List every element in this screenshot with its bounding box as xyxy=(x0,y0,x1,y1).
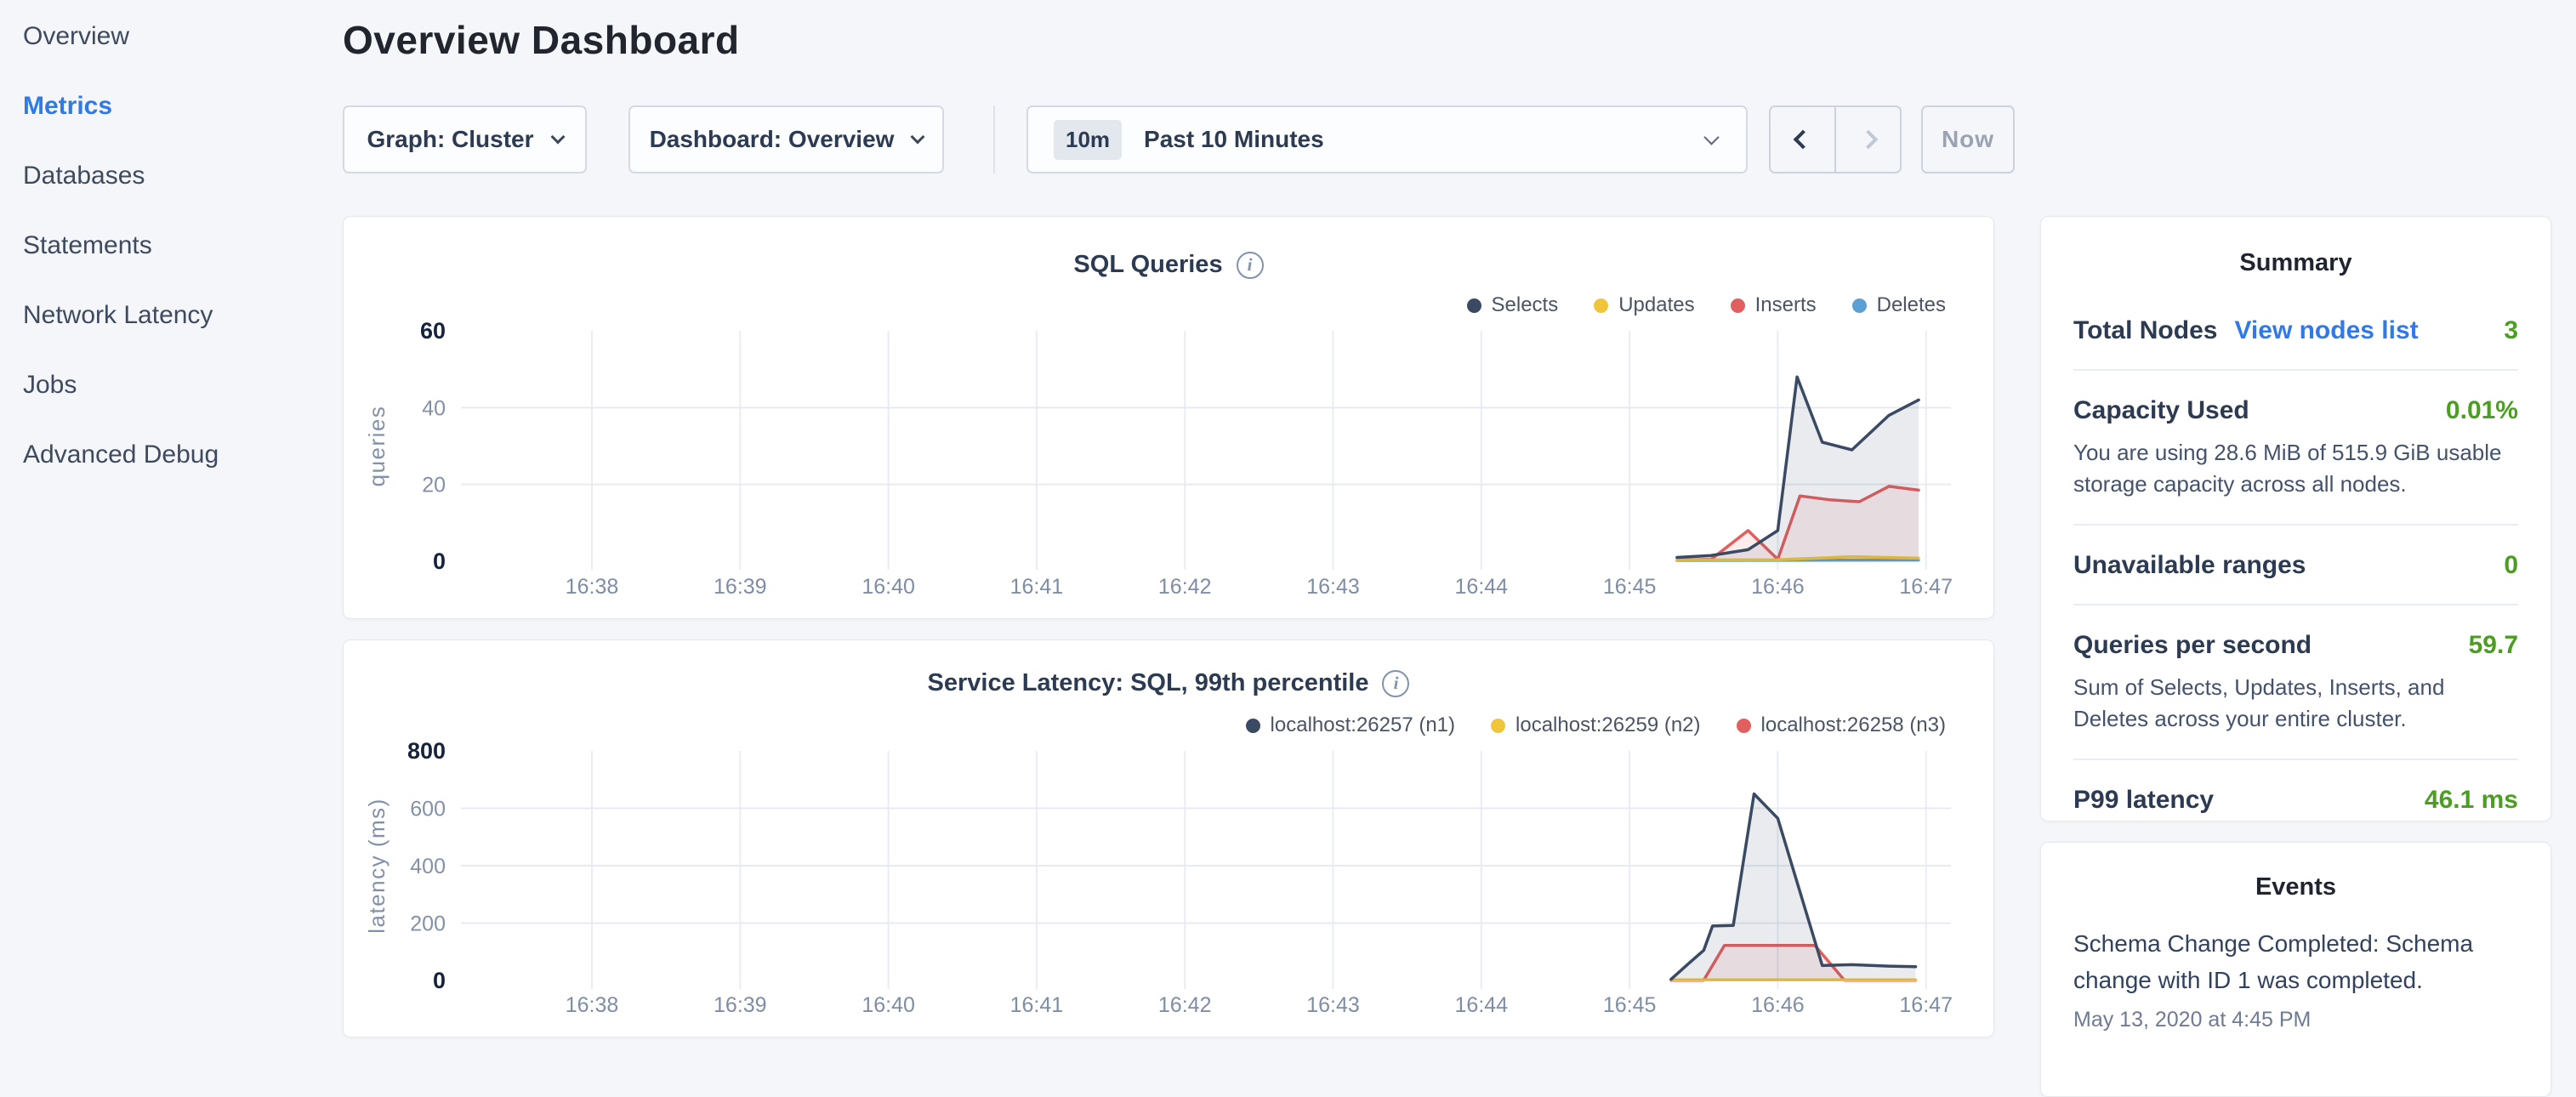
summary-panel: Summary Total Nodes View nodes list 3 Ca… xyxy=(2040,216,2551,821)
chevron-down-icon xyxy=(550,130,565,145)
summary-row-value: 3 xyxy=(2504,316,2518,345)
svg-text:queries: queries xyxy=(364,406,390,487)
svg-text:20: 20 xyxy=(422,474,446,497)
sql-queries-chart-card: SQL Queries i SelectsUpdatesInsertsDelet… xyxy=(343,216,1994,619)
sidebar-item-metrics[interactable]: Metrics xyxy=(23,82,340,151)
page-title: Overview Dashboard xyxy=(343,17,740,63)
time-range-badge: 10m xyxy=(1054,120,1122,160)
time-window-pager xyxy=(1769,105,1902,173)
controls-divider xyxy=(993,105,995,173)
summary-row-value: 46.1 ms xyxy=(2425,786,2518,815)
time-range-label: Past 10 Minutes xyxy=(1144,126,1324,153)
sidebar-nav: Overview Metrics Databases Statements Ne… xyxy=(0,0,340,1051)
sidebar-item-statements[interactable]: Statements xyxy=(23,221,340,291)
graph-scope-dropdown[interactable]: Graph: Cluster xyxy=(343,105,587,173)
summary-row-label: Capacity Used xyxy=(2073,396,2249,425)
event-message: Schema Change Completed: Schema change w… xyxy=(2073,925,2518,999)
graph-scope-dropdown-label: Graph: Cluster xyxy=(367,126,533,153)
time-back-button[interactable] xyxy=(1771,107,1834,172)
db-console-metrics-page: { "sidebar": { "items": [ { "label": "Ov… xyxy=(0,0,2576,1051)
svg-text:latency (ms): latency (ms) xyxy=(364,798,390,934)
summary-row-subtext: Sum of Selects, Updates, Inserts, and De… xyxy=(2073,672,2518,735)
dashboard-dropdown-label: Dashboard: Overview xyxy=(650,126,895,153)
chevron-right-icon xyxy=(1858,130,1878,150)
now-button[interactable]: Now xyxy=(1921,105,2015,173)
svg-text:16:42: 16:42 xyxy=(1158,575,1212,599)
summary-row-total-nodes: Total Nodes View nodes list 3 xyxy=(2073,291,2518,369)
svg-text:16:47: 16:47 xyxy=(1899,993,1953,1017)
svg-text:16:38: 16:38 xyxy=(566,575,619,599)
chevron-left-icon xyxy=(1793,130,1812,150)
summary-row-label: Queries per second xyxy=(2073,631,2312,660)
summary-row-queries-per-second: Queries per second 59.7 Sum of Selects, … xyxy=(2073,604,2518,759)
time-range-selector[interactable]: 10m Past 10 Minutes xyxy=(1026,105,1748,173)
sidebar-item-advanced-debug[interactable]: Advanced Debug xyxy=(23,430,340,500)
svg-text:16:41: 16:41 xyxy=(1010,575,1064,599)
svg-text:16:43: 16:43 xyxy=(1306,993,1360,1017)
svg-text:16:45: 16:45 xyxy=(1603,575,1657,599)
sidebar-item-databases[interactable]: Databases xyxy=(23,151,340,221)
event-timestamp: May 13, 2020 at 4:45 PM xyxy=(2073,1008,2518,1032)
summary-row-value: 0.01% xyxy=(2446,396,2518,425)
summary-row-p99-latency: P99 latency 46.1 ms xyxy=(2073,759,2518,838)
svg-text:200: 200 xyxy=(410,912,446,936)
svg-text:16:41: 16:41 xyxy=(1010,993,1064,1017)
service-latency-chart-card: Service Latency: SQL, 99th percentile i … xyxy=(343,639,1994,1037)
summary-row-subtext: You are using 28.6 MiB of 515.9 GiB usab… xyxy=(2073,437,2518,500)
svg-text:16:47: 16:47 xyxy=(1899,575,1953,599)
events-panel: Events Schema Change Completed: Schema c… xyxy=(2040,842,2551,1097)
svg-text:16:40: 16:40 xyxy=(862,575,915,599)
service-latency-plot: 16:38 16:39 16:40 16:41 16:42 16:43 16:44 16:45… xyxy=(344,640,1995,1038)
svg-text:400: 400 xyxy=(410,855,446,878)
sql-queries-plot: 16:38 16:39 16:40 16:41 16:42 16:43 16:44 16:45… xyxy=(344,217,1995,620)
svg-text:60: 60 xyxy=(420,318,446,344)
svg-text:0: 0 xyxy=(433,968,446,993)
summary-row-label: Unavailable ranges xyxy=(2073,551,2306,580)
svg-text:16:43: 16:43 xyxy=(1306,575,1360,599)
sidebar-item-jobs[interactable]: Jobs xyxy=(23,361,340,430)
svg-text:16:42: 16:42 xyxy=(1158,993,1212,1017)
svg-text:0: 0 xyxy=(433,548,446,574)
view-nodes-list-link[interactable]: View nodes list xyxy=(2234,316,2418,345)
time-forward-button[interactable] xyxy=(1834,107,1900,172)
summary-row-label: P99 latency xyxy=(2073,786,2214,815)
svg-text:40: 40 xyxy=(422,396,446,420)
svg-text:600: 600 xyxy=(410,798,446,821)
svg-text:16:46: 16:46 xyxy=(1751,575,1805,599)
sidebar-item-overview[interactable]: Overview xyxy=(23,12,340,82)
svg-text:16:39: 16:39 xyxy=(714,575,767,599)
events-title: Events xyxy=(2073,873,2518,901)
summary-row-unavailable-ranges: Unavailable ranges 0 xyxy=(2073,524,2518,604)
svg-text:16:39: 16:39 xyxy=(714,993,767,1017)
summary-row-label: Total Nodes xyxy=(2073,316,2217,345)
event-list-item[interactable]: Schema Change Completed: Schema change w… xyxy=(2073,925,2518,1032)
svg-text:16:44: 16:44 xyxy=(1455,575,1509,599)
summary-title: Summary xyxy=(2073,249,2518,277)
svg-text:16:40: 16:40 xyxy=(862,993,915,1017)
summary-row-capacity-used: Capacity Used 0.01% You are using 28.6 M… xyxy=(2073,369,2518,524)
svg-text:16:45: 16:45 xyxy=(1603,993,1657,1017)
svg-text:16:38: 16:38 xyxy=(566,993,619,1017)
dashboard-dropdown[interactable]: Dashboard: Overview xyxy=(628,105,944,173)
sidebar-item-network-latency[interactable]: Network Latency xyxy=(23,291,340,361)
summary-row-value: 59.7 xyxy=(2469,631,2518,660)
summary-row-value: 0 xyxy=(2504,551,2518,580)
chevron-down-icon xyxy=(911,130,925,145)
svg-text:16:44: 16:44 xyxy=(1455,993,1509,1017)
svg-text:16:46: 16:46 xyxy=(1751,993,1805,1017)
svg-text:800: 800 xyxy=(407,738,446,764)
chevron-down-icon xyxy=(1703,129,1719,145)
